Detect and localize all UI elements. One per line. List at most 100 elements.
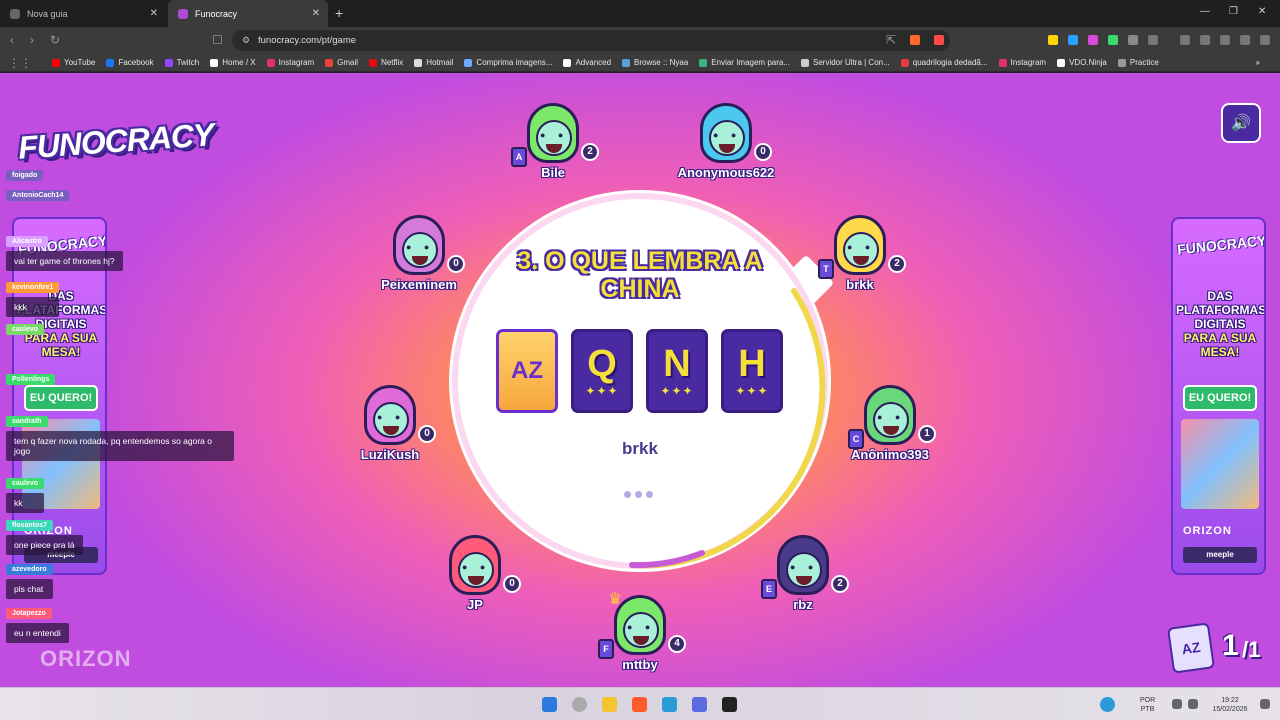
site-info-icon[interactable]: ⚙ bbox=[242, 35, 250, 46]
search-icon[interactable] bbox=[572, 697, 587, 712]
minimize-icon[interactable]: — bbox=[1200, 6, 1210, 17]
bookmark-item[interactable]: Browse :: Nyaa bbox=[622, 58, 688, 67]
sidebar-icon[interactable] bbox=[1200, 35, 1210, 45]
clock[interactable]: 19:22 15/02/2026 bbox=[1204, 696, 1256, 714]
chat-message: foigado bbox=[6, 164, 44, 182]
banner-cta-button[interactable]: EU QUERO! bbox=[1183, 385, 1257, 411]
player-name: brkk bbox=[846, 277, 874, 292]
back-icon[interactable]: ‹ bbox=[10, 33, 14, 47]
bookmark-item[interactable]: Advanced bbox=[563, 58, 611, 67]
extensions-puzzle-icon[interactable] bbox=[1128, 35, 1138, 45]
tray-app-icon[interactable] bbox=[1100, 697, 1115, 712]
chat-text: eu n entendi bbox=[6, 623, 69, 643]
round-current: 1 bbox=[1222, 629, 1239, 662]
extension-icon[interactable] bbox=[1108, 35, 1118, 45]
sound-toggle-button[interactable]: 🔊 bbox=[1221, 103, 1261, 143]
apps-grid-icon[interactable]: ⋮⋮ bbox=[8, 56, 32, 70]
wallet-icon[interactable] bbox=[1220, 35, 1230, 45]
menu-icon[interactable] bbox=[1260, 35, 1270, 45]
chat-username: azevedoro bbox=[6, 564, 53, 575]
restore-icon[interactable]: ❐ bbox=[1229, 6, 1238, 17]
bookmark-label: Advanced bbox=[575, 58, 612, 67]
chat-text: kk bbox=[6, 493, 45, 513]
bookmark-item[interactable]: Instagram bbox=[998, 58, 1046, 67]
bookmark-item[interactable]: quadrilogia dedadã... bbox=[900, 58, 988, 67]
player-seat: ● ● 0 LuziKush bbox=[320, 385, 460, 475]
player-seat: ● ● 2 Bile A bbox=[483, 103, 623, 193]
player-score: 2 bbox=[581, 143, 599, 161]
extension-icon[interactable] bbox=[1048, 35, 1058, 45]
chat-username: kevinonfire1 bbox=[6, 282, 60, 293]
bookmark-item[interactable]: Netflix bbox=[369, 58, 403, 67]
share-icon[interactable]: ⇱ bbox=[886, 33, 896, 47]
bookmark-item[interactable]: VDO.Ninja bbox=[1057, 58, 1107, 67]
keyboard-language[interactable]: POR PTB bbox=[1140, 696, 1155, 714]
bookmark-item[interactable]: YouTube bbox=[52, 58, 95, 67]
discord-icon[interactable] bbox=[692, 697, 707, 712]
bookmark-item[interactable]: Comprima imagens... bbox=[464, 58, 552, 67]
player-name: LuziKush bbox=[360, 447, 420, 462]
brave-icon[interactable] bbox=[632, 697, 647, 712]
chat-message: Pollenlings bbox=[6, 368, 56, 386]
bookmark-label: Comprima imagens... bbox=[476, 58, 553, 67]
letter-card[interactable]: N ✦✦✦ bbox=[646, 329, 708, 413]
bookmark-item[interactable]: Practice bbox=[1117, 58, 1159, 67]
more-bookmarks-icon[interactable]: » bbox=[1256, 58, 1260, 67]
bookmark-icon[interactable]: ☐ bbox=[212, 33, 223, 47]
volume-icon[interactable] bbox=[1188, 699, 1198, 709]
letter-card[interactable]: Q ✦✦✦ bbox=[571, 329, 633, 413]
forward-icon[interactable]: › bbox=[30, 33, 34, 47]
file-explorer-icon[interactable] bbox=[602, 697, 617, 712]
windows-taskbar: POR PTB 19:22 15/02/2026 bbox=[0, 687, 1280, 720]
banner-text: DAS PLATAFORMAS DIGITAIS PARA A SUA MESA… bbox=[1176, 289, 1266, 359]
rotate-letters-card[interactable]: AZ bbox=[496, 329, 558, 413]
chat-message: AntonioCach14 bbox=[6, 184, 70, 202]
tab-funocracy[interactable]: Funocracy ✕ bbox=[168, 0, 328, 27]
chat-message: Jotapezzo eu n entendi bbox=[6, 602, 69, 643]
url-field[interactable]: ⚙ funocracy.com/pt/game bbox=[232, 30, 950, 51]
screenshot-icon[interactable] bbox=[1148, 35, 1158, 45]
browser-tab-bar: Nova guia ✕ Funocracy ✕ + — ❐ ✕ bbox=[0, 0, 1280, 27]
close-window-icon[interactable]: ✕ bbox=[1258, 6, 1266, 17]
app-icon[interactable] bbox=[662, 697, 677, 712]
vpn-icon[interactable] bbox=[1240, 35, 1250, 45]
bookmark-label: Enviar Imagem para... bbox=[711, 58, 790, 67]
bookmark-favicon-icon bbox=[563, 58, 572, 67]
start-icon[interactable] bbox=[542, 697, 557, 712]
bookmarks-bar: ⋮⋮ YouTube Facebook Twitch Home / X Instagra… bbox=[0, 54, 1280, 72]
close-tab-icon[interactable]: ✕ bbox=[150, 8, 158, 19]
player-avatar: ● ● bbox=[527, 103, 579, 163]
bookmark-item[interactable]: Instagram bbox=[266, 58, 314, 67]
bookmark-label: Gmail bbox=[337, 58, 359, 67]
bookmark-item[interactable]: Facebook bbox=[106, 58, 154, 67]
round-counter: AZ 1 /1 bbox=[1167, 622, 1270, 674]
bookmark-item[interactable]: Twitch bbox=[164, 58, 199, 67]
extension-icon[interactable] bbox=[1088, 35, 1098, 45]
bookmark-item[interactable]: Hotmail bbox=[414, 58, 453, 67]
bookmark-item[interactable]: Enviar Imagem para... bbox=[699, 58, 790, 67]
tab-new-tab[interactable]: Nova guia ✕ bbox=[0, 0, 166, 27]
media-icon[interactable] bbox=[1180, 35, 1190, 45]
chat-text: vai ter game of thrones hj? bbox=[6, 251, 123, 271]
chat-message: kevinonfire1 kkk bbox=[6, 276, 60, 317]
obs-icon[interactable] bbox=[722, 697, 737, 712]
extension-icon[interactable] bbox=[1068, 35, 1078, 45]
brave-shield-icon[interactable] bbox=[910, 35, 920, 45]
bookmark-favicon-icon bbox=[699, 58, 708, 67]
bookmark-favicon-icon bbox=[464, 58, 473, 67]
bookmark-item[interactable]: Gmail bbox=[325, 58, 358, 67]
reload-icon[interactable]: ↻ bbox=[50, 33, 60, 47]
new-tab-icon[interactable]: + bbox=[335, 5, 343, 21]
bookmark-favicon-icon bbox=[52, 58, 60, 67]
letter-card[interactable]: H ✦✦✦ bbox=[721, 329, 783, 413]
notifications-icon[interactable] bbox=[1260, 699, 1270, 709]
bookmark-item[interactable]: Home / X bbox=[210, 58, 256, 67]
bookmark-label: Hotmail bbox=[426, 58, 454, 67]
rewards-icon[interactable] bbox=[934, 35, 944, 45]
close-tab-icon[interactable]: ✕ bbox=[312, 8, 320, 19]
bookmark-item[interactable]: Servidor Ultra | Con... bbox=[801, 58, 890, 67]
player-score: 2 bbox=[831, 575, 849, 593]
wifi-icon[interactable] bbox=[1172, 699, 1182, 709]
right-ad-banner[interactable]: FUNOCRACY DAS PLATAFORMAS DIGITAIS PARA … bbox=[1171, 217, 1266, 575]
bookmark-label: Servidor Ultra | Con... bbox=[813, 58, 890, 67]
